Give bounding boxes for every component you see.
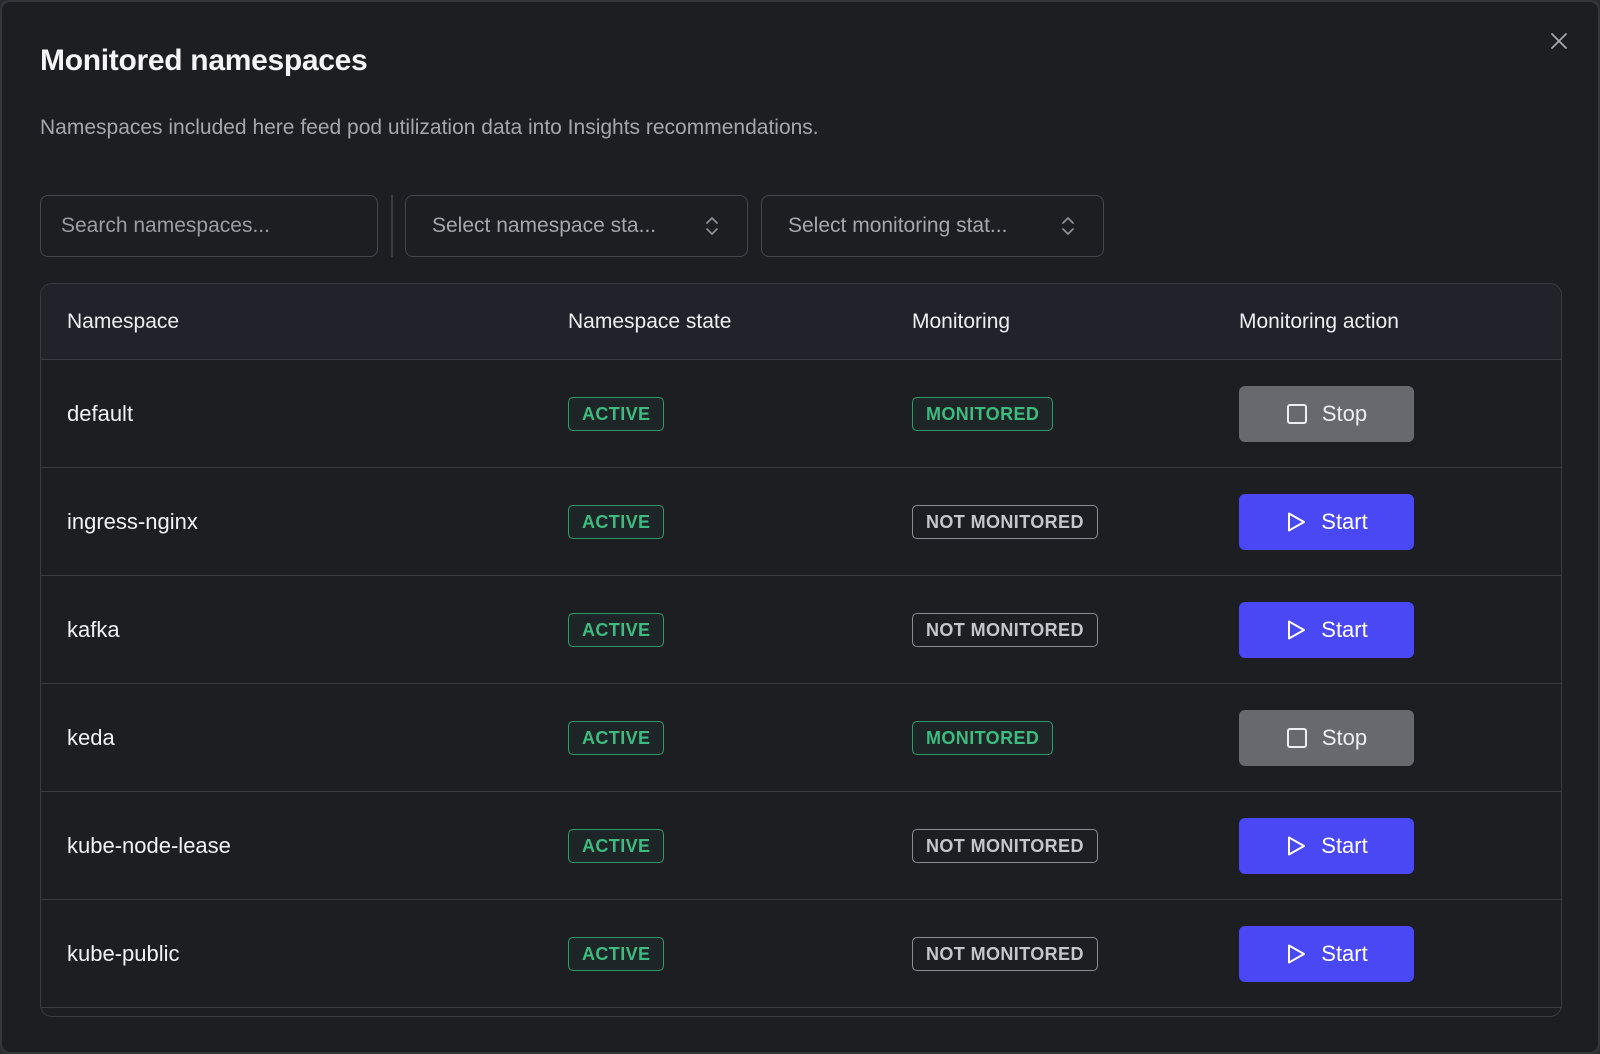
namespace-name: ingress-nginx <box>67 509 198 534</box>
namespace-state-badge: ACTIVE <box>568 397 665 431</box>
monitoring-status-badge: MONITORED <box>912 397 1054 431</box>
modal-subtitle: Namespaces included here feed pod utiliz… <box>40 116 819 139</box>
chevron-up-down-icon <box>1062 217 1074 235</box>
namespace-state-badge: ACTIVE <box>568 505 665 539</box>
stop-monitoring-button[interactable]: Stop <box>1239 386 1414 442</box>
stop-icon <box>1286 728 1307 748</box>
table-row: ingress-nginx ACTIVE NOT MONITORED Start <box>41 468 1561 576</box>
column-header-namespace: Namespace <box>67 310 180 333</box>
close-button[interactable] <box>1544 26 1574 56</box>
column-header-monitoring: Monitoring <box>912 310 1011 333</box>
table-row: kube-node-lease ACTIVE NOT MONITORED Start <box>41 792 1561 900</box>
play-icon <box>1288 512 1306 532</box>
start-monitoring-button[interactable]: Start <box>1239 926 1414 982</box>
table-row: keda ACTIVE MONITORED Stop <box>41 684 1561 792</box>
play-icon <box>1288 620 1306 640</box>
action-button-label: Stop <box>1321 401 1368 426</box>
namespace-name: default <box>67 401 134 426</box>
table-body: default ACTIVE MONITORED Stop ingress-nginx A… <box>41 360 1561 1008</box>
action-button-label: Start <box>1321 941 1368 966</box>
play-icon <box>1288 944 1306 964</box>
table-row: default ACTIVE MONITORED Stop <box>41 360 1561 468</box>
namespace-state-badge: ACTIVE <box>568 721 665 755</box>
start-monitoring-button[interactable]: Start <box>1239 818 1414 874</box>
namespace-state-badge: ACTIVE <box>568 829 665 863</box>
namespace-state-badge: ACTIVE <box>568 613 665 647</box>
close-icon <box>1551 33 1567 49</box>
action-button-label: Start <box>1321 617 1368 642</box>
namespace-name: kube-public <box>67 941 180 966</box>
start-monitoring-button[interactable]: Start <box>1239 494 1414 550</box>
action-button-label: Start <box>1321 509 1368 534</box>
start-monitoring-button[interactable]: Start <box>1239 602 1414 658</box>
filter-divider <box>391 195 393 257</box>
namespace-name: kube-node-lease <box>67 833 231 858</box>
chevron-up-down-icon <box>706 217 718 235</box>
modal-title: Monitored namespaces <box>40 44 368 77</box>
namespace-name: kafka <box>67 617 120 642</box>
monitored-namespaces-modal: Monitored namespaces Namespaces included… <box>0 0 1600 1054</box>
monitoring-state-select[interactable]: Select monitoring stat... <box>761 195 1104 257</box>
stop-icon <box>1286 404 1307 424</box>
table-row: kube-public ACTIVE NOT MONITORED Start <box>41 900 1561 1008</box>
column-header-namespace-state: Namespace state <box>568 310 732 333</box>
namespace-state-select[interactable]: Select namespace sta... <box>405 195 748 257</box>
search-input[interactable] <box>40 195 378 257</box>
namespace-name: keda <box>67 725 115 750</box>
monitoring-state-select-label: Select monitoring stat... <box>788 214 1008 237</box>
column-header-monitoring-action: Monitoring action <box>1239 310 1399 333</box>
stop-monitoring-button[interactable]: Stop <box>1239 710 1414 766</box>
table-row: kafka ACTIVE NOT MONITORED Start <box>41 576 1561 684</box>
table-header: Namespace Namespace state Monitoring Mon… <box>41 284 1561 360</box>
action-button-label: Stop <box>1321 725 1368 750</box>
action-button-label: Start <box>1321 833 1368 858</box>
play-icon <box>1288 836 1306 856</box>
monitoring-status-badge: NOT MONITORED <box>912 829 1098 863</box>
monitoring-status-badge: NOT MONITORED <box>912 505 1098 539</box>
monitoring-status-badge: NOT MONITORED <box>912 937 1098 971</box>
monitoring-status-badge: NOT MONITORED <box>912 613 1098 647</box>
namespaces-table: Namespace Namespace state Monitoring Mon… <box>40 283 1562 1017</box>
namespace-state-badge: ACTIVE <box>568 937 665 971</box>
namespace-state-select-label: Select namespace sta... <box>432 214 657 237</box>
monitoring-status-badge: MONITORED <box>912 721 1054 755</box>
